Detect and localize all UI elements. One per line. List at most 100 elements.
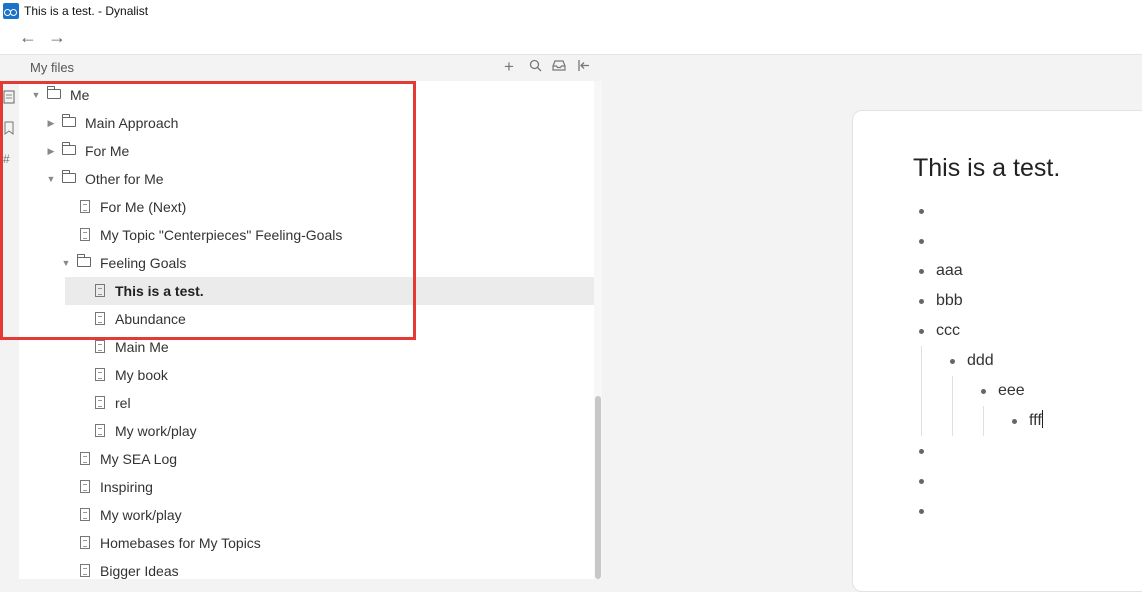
tree-item-inspiring[interactable]: Inspiring [19, 473, 594, 501]
tree-item-label: This is a test. [115, 283, 204, 299]
tree-item-main-me[interactable]: Main Me [19, 333, 594, 361]
bullet-dot-icon[interactable] [950, 359, 955, 364]
tree-item-my-book[interactable]: My book [19, 361, 594, 389]
document-icon [95, 284, 105, 297]
tree-item-label: Me [70, 87, 90, 103]
document-icon [80, 200, 90, 213]
bullet-text[interactable]: fff [1029, 406, 1043, 436]
hashtag-icon[interactable]: # [3, 152, 10, 166]
document-icon [95, 312, 105, 325]
inbox-icon[interactable] [552, 59, 566, 75]
indent-guide-line [983, 406, 984, 436]
collapse-arrow-icon[interactable]: ▶ [45, 137, 57, 165]
text-caret [1041, 410, 1043, 428]
bullet-dot-icon[interactable] [919, 209, 924, 214]
file-sidebar: My files + ▼ Me ▶ Main Approach ▶ For Me ▼ Othe… [19, 55, 602, 579]
tree-item-for-me-next[interactable]: For Me (Next) [19, 193, 594, 221]
bookmark-icon[interactable] [3, 121, 15, 138]
bullet-dot-icon[interactable] [981, 389, 986, 394]
document-panel: This is a test. aaa bbb ccc ddd eee fff [852, 110, 1142, 592]
folder-icon [62, 114, 76, 127]
bullet-text[interactable]: eee [998, 376, 1025, 406]
tree-item-my-work-play[interactable]: My work/play [19, 417, 594, 445]
indent-guide-line [952, 376, 953, 436]
bullet-dot-icon[interactable] [919, 299, 924, 304]
expand-arrow-icon[interactable]: ▼ [60, 249, 72, 277]
tree-item-my-work-play[interactable]: My work/play [19, 501, 594, 529]
sidebar-title: My files [30, 60, 75, 75]
icon-rail: # [0, 55, 19, 579]
collapse-arrow-icon[interactable]: ▶ [45, 109, 57, 137]
document-icon [80, 564, 90, 577]
document-icon [80, 536, 90, 549]
document-icon [95, 396, 105, 409]
expand-arrow-icon[interactable]: ▼ [45, 165, 57, 193]
plus-icon[interactable]: + [504, 57, 514, 77]
tree-item-this-is-a-test[interactable]: This is a test. [19, 277, 594, 305]
folder-icon [62, 170, 76, 183]
bullet-dot-icon[interactable] [1012, 419, 1017, 424]
collapse-sidebar-icon[interactable] [577, 59, 590, 75]
expand-arrow-icon[interactable]: ▼ [30, 81, 42, 109]
folder-icon [77, 254, 91, 267]
back-arrow-icon[interactable]: ← [19, 28, 37, 46]
tree-item-label: My work/play [100, 507, 182, 523]
bullet-dot-icon[interactable] [919, 269, 924, 274]
dynalist-logo-icon [3, 3, 19, 19]
forward-arrow-icon[interactable]: → [48, 28, 66, 46]
tree-item-rel[interactable]: rel [19, 389, 594, 417]
bullet-dot-icon[interactable] [919, 509, 924, 514]
document-icon [80, 480, 90, 493]
tree-item-label: My book [115, 367, 168, 383]
document-title[interactable]: This is a test. [913, 154, 1060, 183]
tree-item-me[interactable]: ▼ Me [19, 81, 594, 109]
tree-item-main-approach[interactable]: ▶ Main Approach [19, 109, 594, 137]
bullet-dot-icon[interactable] [919, 479, 924, 484]
document-icon [80, 228, 90, 241]
bullet-text[interactable]: ccc [936, 316, 960, 346]
tree-item-label: Main Me [115, 339, 169, 355]
tree-item-label: Bigger Ideas [100, 563, 179, 579]
document-icon [95, 340, 105, 353]
tree-item-label: Homebases for My Topics [100, 535, 261, 551]
tree-item-bigger-ideas[interactable]: Bigger Ideas [19, 557, 594, 579]
tree-item-other-for-me[interactable]: ▼ Other for Me [19, 165, 594, 193]
bullet-dot-icon[interactable] [919, 329, 924, 334]
bullet-text[interactable]: bbb [936, 286, 963, 316]
tree-item-label: Inspiring [100, 479, 153, 495]
document-icon [80, 452, 90, 465]
bullet-dot-icon[interactable] [919, 239, 924, 244]
tree-item-for-me[interactable]: ▶ For Me [19, 137, 594, 165]
folder-icon [47, 86, 61, 99]
tree-item-label: Feeling Goals [100, 255, 187, 271]
tree-item-label: Other for Me [85, 171, 164, 187]
tree-item-label: Abundance [115, 311, 186, 327]
sidebar-header: My files + [19, 55, 602, 81]
bullet-text[interactable]: ddd [967, 346, 994, 376]
tree-item-my-topic-centerpieces-feeling-goals[interactable]: My Topic "Centerpieces" Feeling-Goals [19, 221, 594, 249]
tree-item-label: For Me [85, 143, 130, 159]
tree-item-label: My work/play [115, 423, 197, 439]
tree-item-label: Main Approach [85, 115, 179, 131]
bullet-dot-icon[interactable] [919, 449, 924, 454]
file-tree: ▼ Me ▶ Main Approach ▶ For Me ▼ Other for Me For… [19, 81, 594, 579]
navigation-bar: ← → [0, 22, 1142, 55]
tree-item-my-sea-log[interactable]: My SEA Log [19, 445, 594, 473]
search-icon[interactable] [529, 59, 542, 75]
bullet-text[interactable]: aaa [936, 256, 963, 286]
tree-item-homebases-for-my-topics[interactable]: Homebases for My Topics [19, 529, 594, 557]
tree-item-label: rel [115, 395, 131, 411]
scrollbar[interactable] [594, 81, 602, 579]
tree-item-abundance[interactable]: Abundance [19, 305, 594, 333]
tree-item-feeling-goals[interactable]: ▼ Feeling Goals [19, 249, 594, 277]
file-tree-icon[interactable] [3, 90, 15, 107]
title-bar: This is a test. - Dynalist [0, 0, 1142, 22]
folder-icon [62, 142, 76, 155]
document-icon [95, 368, 105, 381]
tree-item-label: My Topic "Centerpieces" Feeling-Goals [100, 227, 343, 243]
indent-guide-line [921, 346, 922, 436]
document-icon [95, 424, 105, 437]
tree-item-label: My SEA Log [100, 451, 178, 467]
scrollbar-thumb[interactable] [595, 396, 601, 579]
tree-item-label: For Me (Next) [100, 199, 187, 215]
